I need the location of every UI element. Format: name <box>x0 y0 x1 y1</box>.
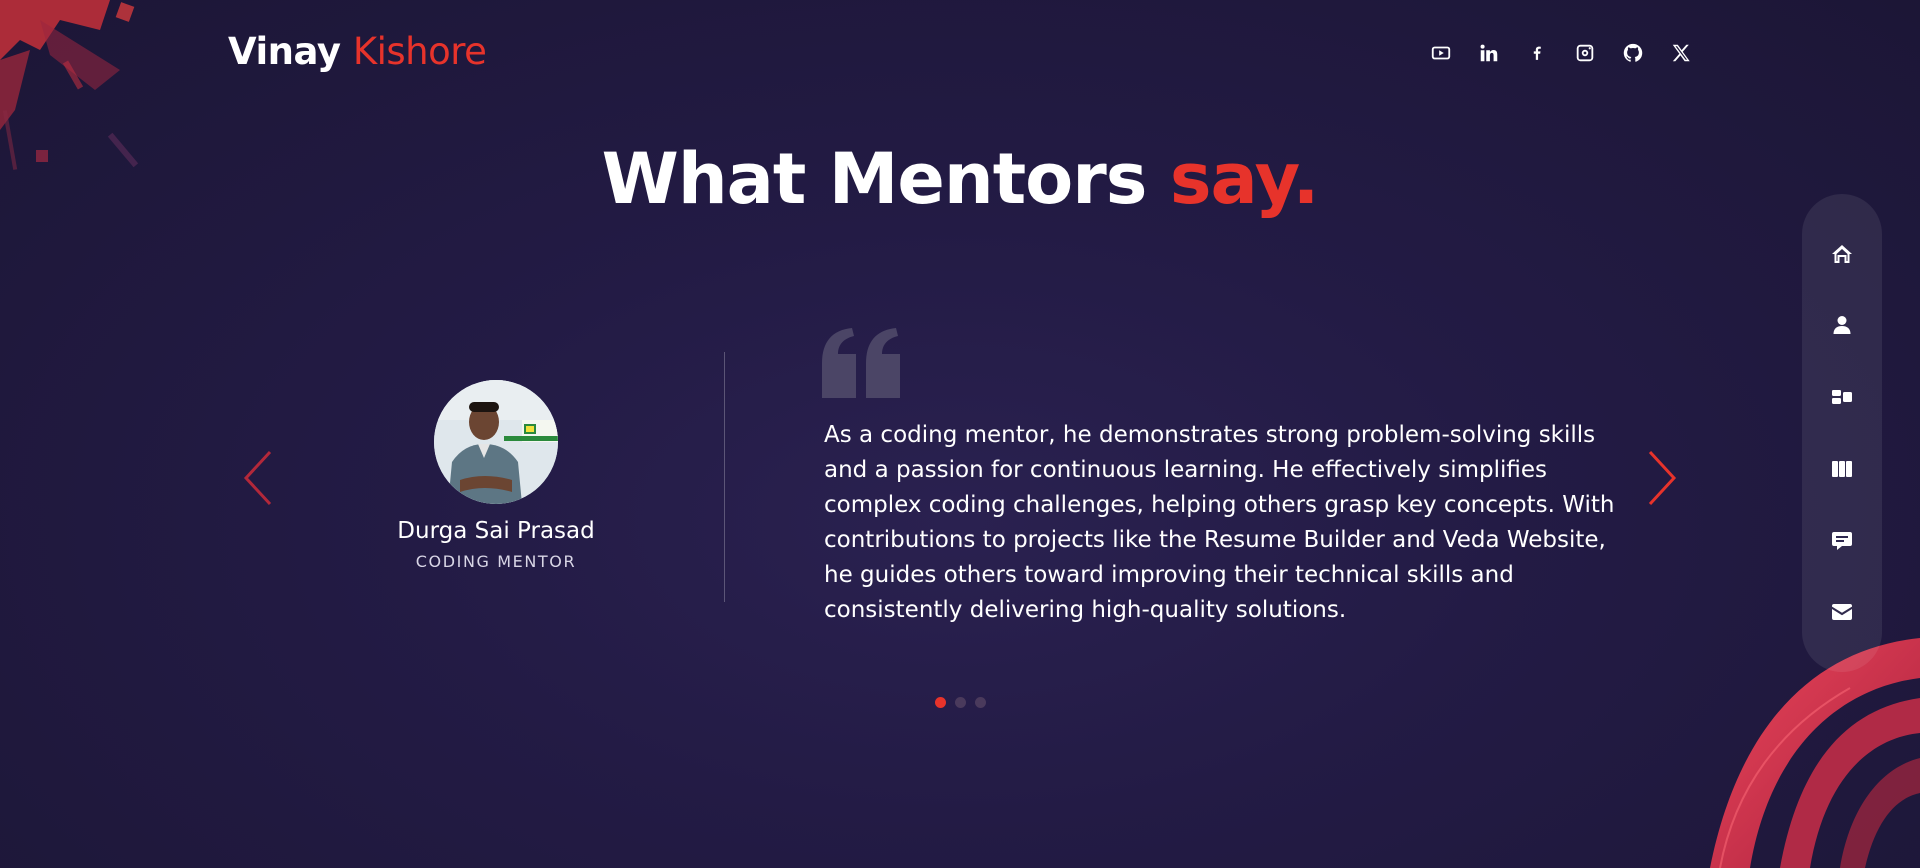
home-icon[interactable] <box>1822 234 1862 274</box>
vertical-divider <box>724 352 725 602</box>
section-heading: What Mentors say. <box>0 138 1920 220</box>
testimonial-quote: As a coding mentor, he demonstrates stro… <box>824 422 1615 623</box>
testimonials-icon[interactable] <box>1822 521 1862 561</box>
next-slide-button[interactable] <box>1646 450 1678 506</box>
github-icon[interactable] <box>1620 40 1646 66</box>
x-icon[interactable] <box>1668 40 1694 66</box>
quote-icon <box>822 328 900 398</box>
instagram-icon[interactable] <box>1572 40 1598 66</box>
previous-slide-button[interactable] <box>242 450 274 506</box>
linkedin-icon[interactable] <box>1476 40 1502 66</box>
carousel-pagination <box>935 697 986 708</box>
heading-accent: say. <box>1169 138 1320 220</box>
portfolio-icon[interactable] <box>1822 449 1862 489</box>
logo-first-name: Vinay <box>228 30 341 73</box>
pagination-dot-3[interactable] <box>975 697 986 708</box>
site-logo[interactable]: Vinay Kishore <box>228 30 487 73</box>
mentor-name: Durga Sai Prasad <box>397 518 595 544</box>
social-links <box>1428 40 1694 66</box>
mail-icon[interactable] <box>1822 592 1862 632</box>
logo-last-name: Kishore <box>352 30 487 73</box>
user-icon[interactable] <box>1822 305 1862 345</box>
mentor-role: CODING MENTOR <box>415 552 577 571</box>
pagination-dot-2[interactable] <box>955 697 966 708</box>
youtube-icon[interactable] <box>1428 40 1454 66</box>
heading-main: What Mentors <box>601 138 1148 220</box>
pagination-dot-1[interactable] <box>935 697 946 708</box>
mentor-avatar <box>434 380 558 504</box>
facebook-icon[interactable] <box>1524 40 1550 66</box>
side-navigation <box>1802 194 1882 672</box>
services-icon[interactable] <box>1822 377 1862 417</box>
chevron-right-icon <box>1648 450 1677 506</box>
red-swirl-decoration <box>1710 638 1920 868</box>
chevron-left-icon <box>243 450 272 506</box>
